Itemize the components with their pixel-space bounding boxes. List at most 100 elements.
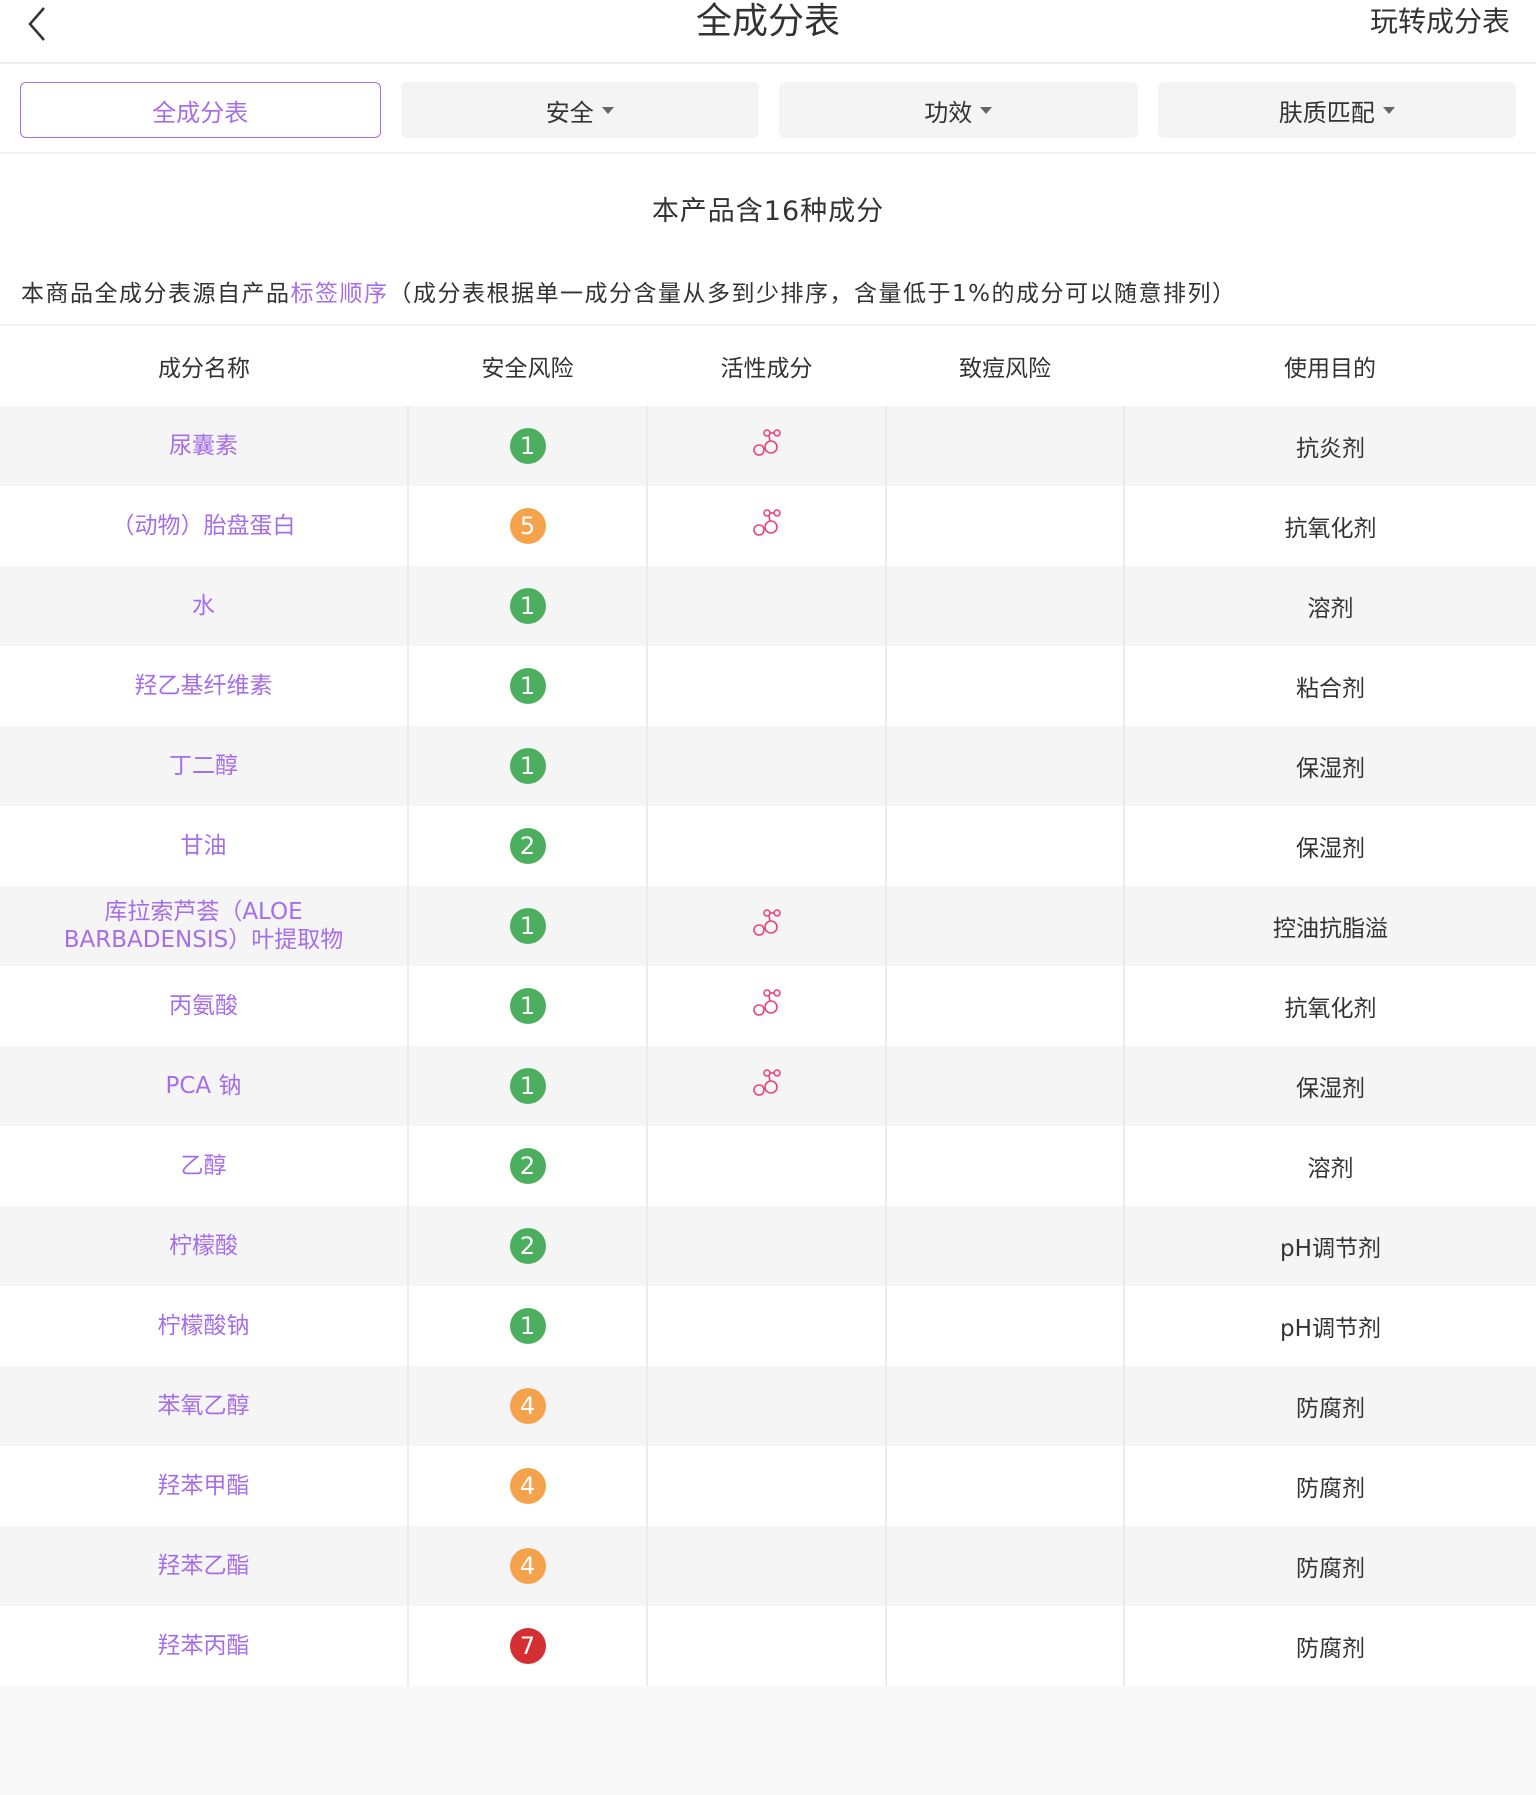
table-row[interactable]: 乙醇 2 溶剂 — [0, 1126, 1536, 1206]
cell-active — [646, 406, 886, 486]
table-row[interactable]: 尿囊素 1 抗炎剂 — [0, 406, 1536, 486]
risk-badge: 1 — [509, 908, 546, 944]
table-row[interactable]: 羟苯乙酯 4 防腐剂 — [0, 1526, 1536, 1606]
cell-name[interactable]: 羟苯乙酯 — [0, 1526, 408, 1606]
ingredient-name[interactable]: 柠檬酸 — [0, 1232, 407, 1260]
cell-name[interactable]: 丁二醇 — [0, 726, 408, 806]
ingredient-name[interactable]: 甘油 — [0, 832, 407, 860]
cell-safety: 5 — [407, 486, 647, 566]
ingredient-name[interactable]: 丁二醇 — [0, 752, 407, 780]
label-order-link[interactable]: 标签顺序 — [291, 281, 389, 307]
table-row[interactable]: （动物）胎盘蛋白 5 抗氧化剂 — [0, 486, 1536, 566]
ingredient-name[interactable]: 柠檬酸钠 — [0, 1312, 407, 1340]
cell-purpose: 抗炎剂 — [1123, 406, 1536, 486]
cell-active — [646, 1286, 886, 1366]
risk-badge: 2 — [509, 828, 546, 864]
cell-name[interactable]: 丙氨酸 — [0, 966, 408, 1046]
tab-efficacy[interactable]: 功效 — [779, 82, 1138, 138]
page-title: 全成分表 — [695, 1, 840, 42]
cell-name[interactable]: 羟苯丙酯 — [0, 1606, 408, 1686]
cell-safety: 1 — [407, 726, 647, 806]
desc-prefix: 本商品全成分表源自产品 — [21, 281, 291, 307]
cell-name[interactable]: （动物）胎盘蛋白 — [0, 486, 408, 566]
table-row[interactable]: 柠檬酸钠 1 pH调节剂 — [0, 1286, 1536, 1366]
cell-acne — [885, 726, 1124, 806]
cell-name[interactable]: 柠檬酸钠 — [0, 1286, 408, 1366]
ingredient-guide-link[interactable]: 玩转成分表 — [1370, 4, 1510, 40]
ingredient-name[interactable]: （动物）胎盘蛋白 — [0, 512, 407, 540]
cell-acne — [885, 1046, 1124, 1126]
table-row[interactable]: 丁二醇 1 保湿剂 — [0, 726, 1536, 806]
ingredient-name[interactable]: 羟苯丙酯 — [0, 1632, 407, 1660]
cell-acne — [885, 646, 1124, 726]
summary-section: 本产品含16种成分 本商品全成分表源自产品标签顺序（成分表根据单一成分含量从多到… — [0, 154, 1536, 326]
cell-acne — [885, 566, 1124, 646]
ingredient-name[interactable]: 水 — [0, 592, 407, 620]
ingredient-name[interactable]: 羟苯乙酯 — [0, 1552, 407, 1580]
cell-safety: 1 — [407, 1286, 647, 1366]
cell-acne — [885, 1366, 1124, 1446]
table-row[interactable]: 羟乙基纤维素 1 粘合剂 — [0, 646, 1536, 726]
ingredient-name[interactable]: 羟乙基纤维素 — [0, 672, 407, 700]
tab-safety[interactable]: 安全 — [400, 82, 759, 138]
table-row[interactable]: PCA 钠 1 保湿剂 — [0, 1046, 1536, 1126]
table-row[interactable]: 柠檬酸 2 pH调节剂 — [0, 1206, 1536, 1286]
cell-safety: 4 — [407, 1526, 647, 1606]
risk-badge: 5 — [509, 508, 546, 544]
risk-badge: 2 — [509, 1228, 546, 1264]
ingredient-name[interactable]: 丙氨酸 — [0, 992, 407, 1020]
cell-name[interactable]: 羟乙基纤维素 — [0, 646, 408, 726]
cell-active — [646, 966, 886, 1046]
table-row[interactable]: 羟苯甲酯 4 防腐剂 — [0, 1446, 1536, 1526]
cell-safety: 1 — [407, 1046, 647, 1126]
ingredient-name[interactable]: 羟苯甲酯 — [0, 1472, 407, 1500]
table-row[interactable]: 甘油 2 保湿剂 — [0, 806, 1536, 886]
active-ingredient-icon — [752, 509, 781, 536]
table-row[interactable]: 水 1 溶剂 — [0, 566, 1536, 646]
source-description: 本商品全成分表源自产品标签顺序（成分表根据单一成分含量从多到少排序，含量低于1%… — [0, 230, 1536, 308]
tab-all-ingredients[interactable]: 全成分表 — [20, 82, 381, 138]
cell-name[interactable]: 苯氧乙醇 — [0, 1366, 408, 1446]
risk-badge: 4 — [509, 1468, 546, 1504]
risk-badge: 4 — [509, 1548, 546, 1584]
table-row[interactable]: 丙氨酸 1 抗氧化剂 — [0, 966, 1536, 1046]
active-ingredient-icon — [752, 989, 781, 1016]
cell-acne — [885, 1606, 1124, 1686]
table-row[interactable]: 羟苯丙酯 7 防腐剂 — [0, 1606, 1536, 1686]
active-ingredient-icon — [752, 429, 781, 456]
risk-badge: 2 — [509, 1148, 546, 1184]
cell-safety: 2 — [407, 1126, 647, 1206]
caret-down-icon — [1382, 106, 1395, 114]
ingredient-table: 成分名称 安全风险 活性成分 致痘风险 使用目的 尿囊素 1 抗炎剂 （动物）胎盘… — [0, 326, 1536, 1686]
tab-skin-match[interactable]: 肤质匹配 — [1157, 82, 1516, 138]
tab-label: 安全 — [545, 98, 594, 127]
ingredient-name[interactable]: 苯氧乙醇 — [0, 1392, 407, 1420]
cell-name[interactable]: 水 — [0, 566, 408, 646]
cell-name[interactable]: PCA 钠 — [0, 1046, 408, 1126]
nav-bar: 全成分表 玩转成分表 — [0, 0, 1536, 64]
cell-purpose: 粘合剂 — [1123, 646, 1536, 726]
ingredient-name[interactable]: 尿囊素 — [0, 432, 407, 460]
cell-name[interactable]: 柠檬酸 — [0, 1206, 408, 1286]
cell-active — [646, 646, 886, 726]
cell-acne — [885, 806, 1124, 886]
ingredient-name[interactable]: PCA 钠 — [0, 1072, 407, 1100]
cell-name[interactable]: 乙醇 — [0, 1126, 408, 1206]
table-row[interactable]: 苯氧乙醇 4 防腐剂 — [0, 1366, 1536, 1446]
cell-active — [646, 1366, 886, 1446]
cell-name[interactable]: 甘油 — [0, 806, 408, 886]
cell-name[interactable]: 羟苯甲酯 — [0, 1446, 408, 1526]
cell-name[interactable]: 库拉索芦荟（ALOE BARBADENSIS）叶提取物 — [0, 886, 408, 966]
cell-purpose: 防腐剂 — [1123, 1366, 1536, 1446]
cell-name[interactable]: 尿囊素 — [0, 406, 408, 486]
cell-acne — [885, 486, 1124, 566]
ingredient-name[interactable]: 库拉索芦荟（ALOE BARBADENSIS）叶提取物 — [0, 898, 407, 954]
cell-safety: 1 — [407, 406, 647, 486]
risk-badge: 1 — [509, 988, 546, 1024]
column-header-purpose: 使用目的 — [1284, 356, 1376, 382]
filter-tabs: 全成分表 安全 功效 肤质匹配 — [0, 64, 1536, 154]
table-row[interactable]: 库拉索芦荟（ALOE BARBADENSIS）叶提取物 1 控油抗脂溢 — [0, 886, 1536, 966]
cell-safety: 2 — [407, 806, 647, 886]
ingredient-name[interactable]: 乙醇 — [0, 1152, 407, 1180]
cell-purpose: 保湿剂 — [1123, 726, 1536, 806]
